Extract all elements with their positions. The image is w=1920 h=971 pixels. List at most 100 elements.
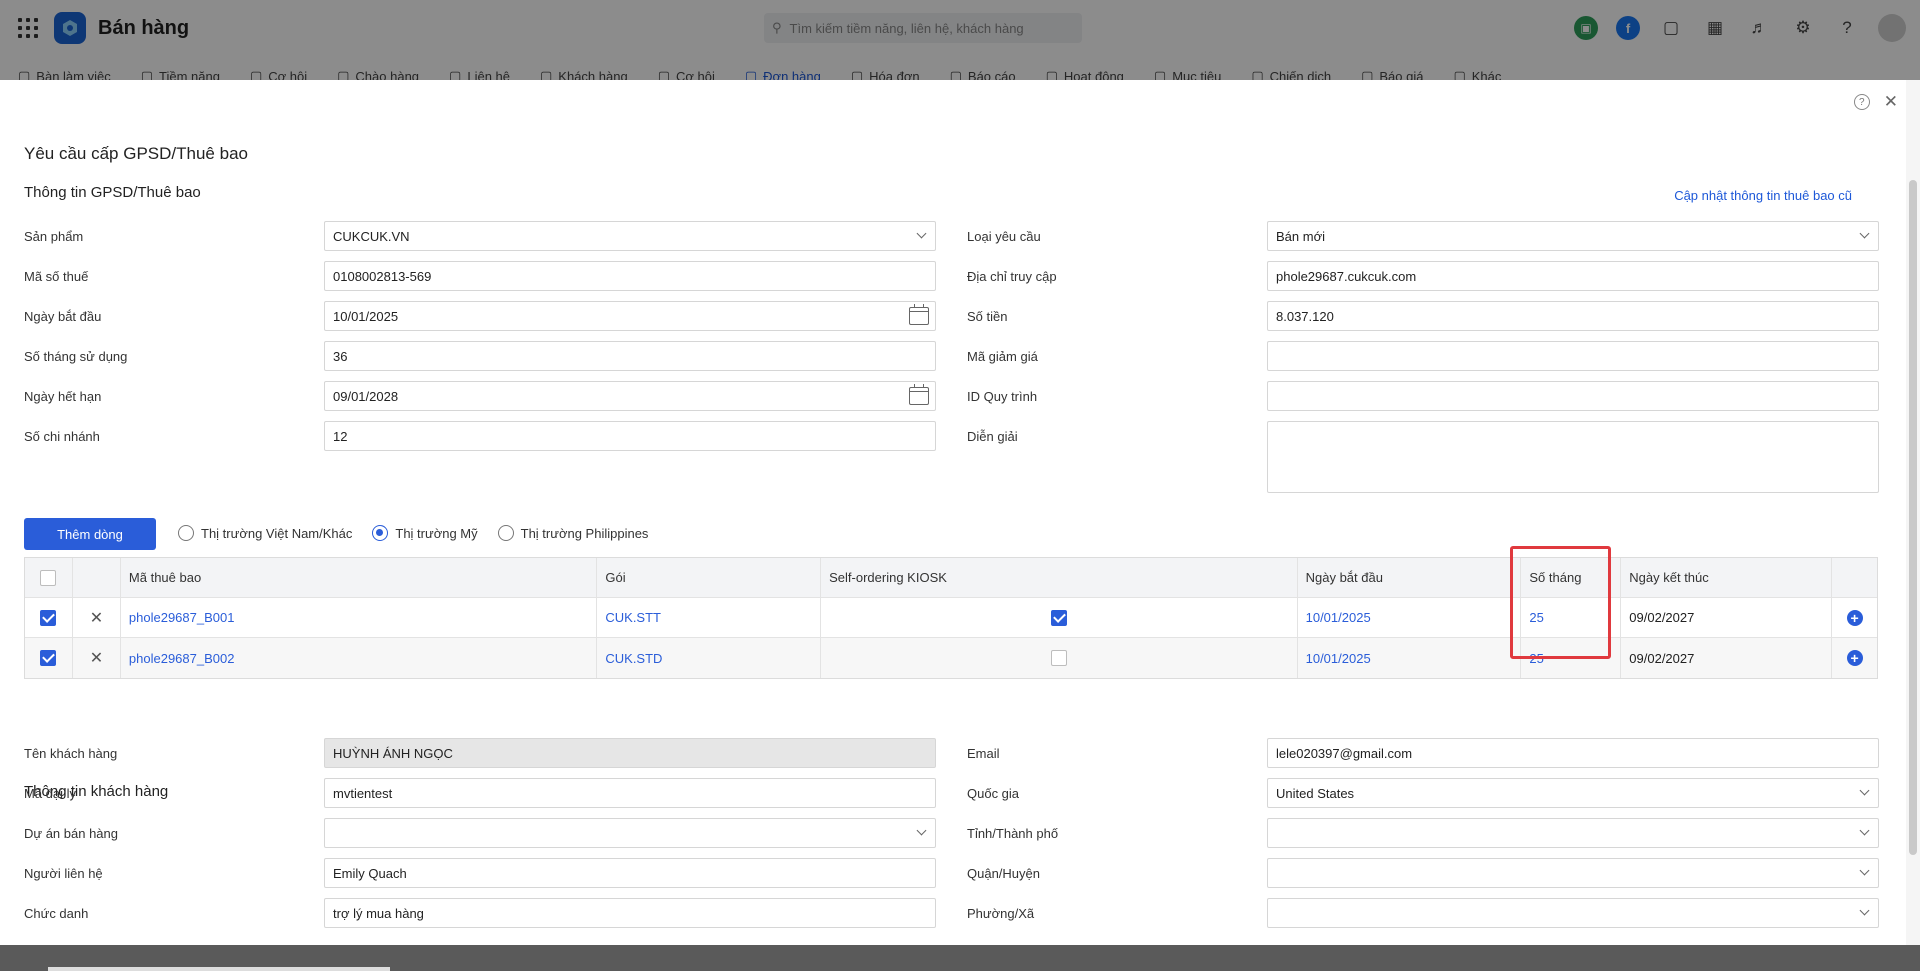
header-package: Gói [597, 558, 822, 597]
tinh-thanh-pho-select[interactable] [1267, 818, 1879, 848]
market-option-thi-truong-my[interactable]: Thị trường Mỹ [372, 525, 478, 541]
form-row-dien-giai: Diễn giải [967, 421, 1267, 451]
market-radio-group: Thị trường Việt Nam/Khác Thị trường Mỹ Thị… [178, 525, 648, 541]
delete-row-icon[interactable]: ✕ [90, 608, 103, 628]
field-label: Mã số thuế [24, 268, 89, 284]
chuc-danh-input[interactable]: trợ lý mua hàng [324, 898, 936, 928]
form-row-dia-chi-truy-cap: Địa chỉ truy cập phole29687.cukcuk.com [967, 261, 1879, 291]
chevron-down-icon [1859, 825, 1870, 836]
du-an-ban-hang-select[interactable] [324, 818, 936, 848]
header-subscription-code: Mã thuê bao [121, 558, 598, 597]
phuong-xa-select[interactable] [1267, 898, 1879, 928]
quoc-gia-select[interactable]: United States [1267, 778, 1879, 808]
help-icon[interactable]: ? [1853, 94, 1870, 110]
nguoi-lien-he-input[interactable]: Emily Quach [324, 858, 936, 888]
ma-dai-ly-input[interactable]: mvtientest [324, 778, 936, 808]
calendar-icon[interactable] [909, 304, 929, 325]
add-row-button[interactable]: Thêm dòng [24, 518, 156, 550]
field-label: Ngày bắt đầu [24, 308, 102, 324]
field-label: Tỉnh/Thành phố [967, 825, 1059, 841]
row-select-checkbox[interactable] [40, 650, 57, 666]
san-pham-select[interactable]: CUKCUK.VN [324, 221, 936, 251]
end-date-cell: 09/02/2027 [1629, 650, 1695, 666]
form-row-so-tien: Số tiền 8.037.120 [967, 301, 1879, 331]
field-label: Mã đại lý [24, 785, 77, 801]
radio-button[interactable] [372, 525, 389, 541]
row-select-checkbox[interactable] [40, 609, 57, 626]
end-date-cell: 09/02/2027 [1629, 610, 1695, 625]
taskbar [0, 945, 1920, 971]
field-label: Chức danh [24, 905, 89, 921]
ngay-het-han-date-input[interactable]: 09/01/2028 [324, 381, 936, 411]
form-row-san-pham: Sản phẩm CUKCUK.VN [24, 221, 936, 251]
form-row-ten-khach-hang: Tên khách hàng HUỲNH ÁNH NGỌC [24, 738, 936, 768]
scrollbar[interactable] [1909, 180, 1917, 855]
modal-title: Yêu cầu cấp GPSD/Thuê bao [24, 144, 248, 163]
quan-huyen-select[interactable] [1267, 858, 1879, 888]
loai-yeu-cau-select[interactable]: Bán mới [1267, 221, 1879, 251]
form-row-email: Email lele020397@gmail.com [967, 738, 1879, 768]
kiosk-checkbox[interactable] [1050, 650, 1067, 666]
ngay-bat-dau-date-input[interactable]: 10/01/2025 [324, 301, 936, 331]
license-request-modal: ? ✕ Yêu cầu cấp GPSD/Thuê bao Thông tin … [0, 80, 1920, 945]
id-quy-trinh-input[interactable] [1267, 381, 1879, 411]
field-label: Địa chỉ truy cập [967, 268, 1057, 284]
form-row-quoc-gia: Quốc gia United States [967, 778, 1879, 808]
header-start-date: Ngày bắt đầu [1298, 558, 1522, 597]
field-label: Số tiền [967, 308, 1008, 324]
so-tien-input[interactable]: 8.037.120 [1267, 301, 1879, 331]
form-row-ma-giam-gia: Mã giảm giá [967, 341, 1879, 371]
field-label: ID Quy trình [967, 388, 1038, 404]
chevron-down-icon [1859, 865, 1870, 876]
field-label: Số tháng sử dụng [24, 348, 128, 364]
form-row-tinh-thanh-pho: Tỉnh/Thành phố [967, 818, 1879, 848]
dia-chi-truy-cap-input[interactable]: phole29687.cukcuk.com [1267, 261, 1879, 291]
close-icon[interactable]: ✕ [1884, 93, 1898, 110]
form-row-ngay-het-han: Ngày hết hạn 09/01/2028 [24, 381, 936, 411]
delete-row-icon[interactable]: ✕ [90, 648, 103, 668]
so-chi-nhanh-input[interactable]: 12 [324, 421, 936, 451]
field-label: Quận/Huyện [967, 865, 1040, 881]
subscription-code-link[interactable]: phole29687_B002 [129, 651, 235, 666]
field-label: Tên khách hàng [24, 745, 118, 761]
header-end-date: Ngày kết thúc [1621, 558, 1833, 597]
market-option-thi-truong-philippines[interactable]: Thị trường Philippines [497, 525, 648, 541]
kiosk-checkbox[interactable] [1050, 609, 1067, 626]
package-link[interactable]: CUK.STT [605, 610, 661, 625]
update-old-subscription-link[interactable]: Cập nhật thông tin thuê bao cũ [1674, 188, 1852, 203]
radio-button[interactable] [497, 525, 514, 541]
add-icon[interactable]: + [1846, 650, 1863, 666]
market-option-thi-truong-viet-nam-khac[interactable]: Thị trường Việt Nam/Khác [178, 525, 352, 541]
chevron-down-icon [1859, 228, 1870, 239]
description-textarea[interactable] [1267, 421, 1879, 493]
field-label: Loại yêu cầu [967, 228, 1041, 244]
form-row-id-quy-trinh: ID Quy trình [967, 381, 1879, 411]
subscription-code-link[interactable]: phole29687_B001 [129, 610, 235, 625]
field-label: Diễn giải [967, 428, 1018, 444]
start-date-cell[interactable]: 10/01/2025 [1306, 651, 1371, 666]
months-cell[interactable]: 25 [1529, 651, 1543, 666]
table-row: ✕ phole29687_B002 CUK.STD 10/01/2025 25 09/02… [25, 638, 1877, 678]
so-thang-su-dung-input[interactable]: 36 [324, 341, 936, 371]
select-all-checkbox-cell[interactable] [25, 558, 73, 597]
start-date-cell[interactable]: 10/01/2025 [1306, 610, 1371, 625]
form-row-du-an-ban-hang: Dự án bán hàng [24, 818, 936, 848]
header-months: Số tháng [1521, 558, 1622, 597]
calendar-icon[interactable] [909, 384, 929, 405]
ma-giam-gia-input[interactable] [1267, 341, 1879, 371]
field-label: Sản phẩm [24, 228, 84, 244]
radio-button[interactable] [178, 525, 194, 541]
section-title-license: Thông tin GPSD/Thuê bao [24, 184, 201, 201]
subscription-table: Mã thuê bao Gói Self-ordering KIOSK Ngày… [24, 557, 1878, 679]
select-all-checkbox[interactable] [40, 569, 57, 586]
field-label: Phường/Xã [967, 905, 1035, 921]
email-input[interactable]: lele020397@gmail.com [1267, 738, 1879, 768]
ma-so-thue-input[interactable]: 0108002813-569 [324, 261, 936, 291]
chevron-down-icon [1859, 905, 1870, 916]
add-icon[interactable]: + [1846, 609, 1863, 626]
months-cell[interactable]: 25 [1529, 610, 1543, 625]
field-label: Quốc gia [967, 785, 1020, 801]
field-label: Email [967, 745, 1000, 761]
package-link[interactable]: CUK.STD [605, 651, 662, 666]
table-row: ✕ phole29687_B001 CUK.STT 10/01/2025 25 09/02… [25, 598, 1877, 638]
